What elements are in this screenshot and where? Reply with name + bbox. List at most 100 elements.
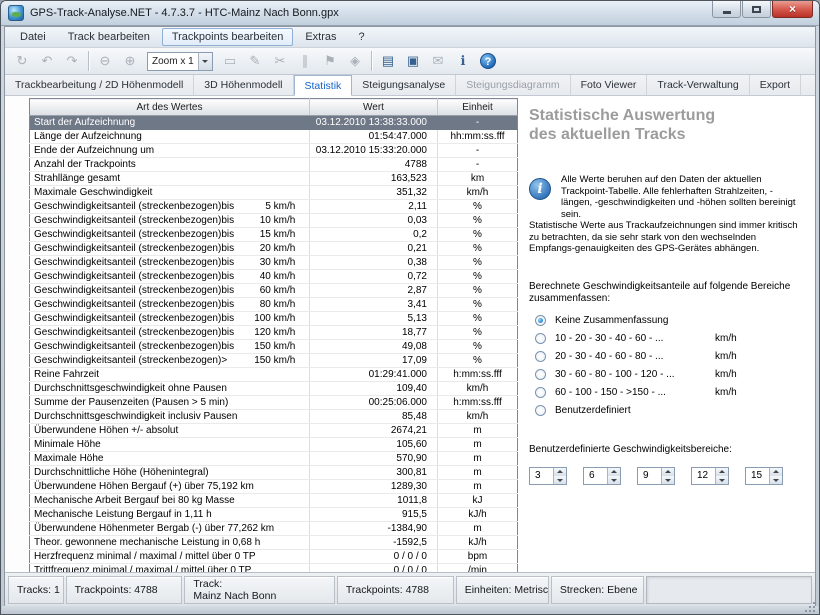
table-row[interactable]: Geschwindigkeitsanteil (streckenbezogen)… — [30, 312, 518, 326]
column-header-einheit[interactable]: Einheit — [438, 99, 518, 116]
table-row[interactable]: Mechanische Leistung Bergauf in 1,11 h91… — [30, 508, 518, 522]
tab-trackbearbeitung-2d-h-henmodell[interactable]: Trackbearbeitung / 2D Höhenmodell — [5, 75, 194, 95]
table-row[interactable]: Überwundene Höhenmeter Bergab (-) über 7… — [30, 522, 518, 536]
radio-option[interactable]: 30 - 60 - 80 - 100 - 120 - ...km/h — [535, 369, 803, 380]
waypoint-button[interactable]: ◈ — [343, 50, 367, 72]
table-row[interactable]: Strahllänge gesamt163,523km — [30, 172, 518, 186]
tab-export[interactable]: Export — [750, 75, 801, 95]
edit-trackpoint-button[interactable]: ✎ — [243, 50, 267, 72]
cell-wert: 17,09 — [310, 354, 438, 368]
radio-option[interactable]: Benutzerdefiniert — [535, 405, 803, 416]
resize-grip-icon[interactable] — [803, 600, 815, 612]
statistics-side-panel: Statistische Auswertung des aktuellen Tr… — [519, 96, 815, 572]
redo-button[interactable]: ↷ — [60, 50, 84, 72]
radio-option[interactable]: 60 - 100 - 150 - >150 - ...km/h — [535, 387, 803, 398]
table-row[interactable]: Minimale Höhe105,60m — [30, 438, 518, 452]
tab-statistik[interactable]: Statistik — [294, 75, 353, 96]
print-button[interactable]: ▤ — [376, 50, 400, 72]
help-button[interactable]: ? — [476, 50, 500, 72]
table-row[interactable]: Länge der Aufzeichnung01:54:47.000hh:mm:… — [30, 130, 518, 144]
zoom-combobox[interactable]: Zoom x 1 — [147, 52, 213, 71]
minimize-button[interactable] — [712, 1, 741, 18]
marker-flag-button[interactable]: ⚑ — [318, 50, 342, 72]
table-row[interactable]: Mechanische Arbeit Bergauf bei 80 kg Mas… — [30, 494, 518, 508]
table-row[interactable]: Theor. gewonnene mechanische Leistung in… — [30, 536, 518, 550]
table-row[interactable]: Geschwindigkeitsanteil (streckenbezogen)… — [30, 256, 518, 270]
split-track-button[interactable]: ∥ — [293, 50, 317, 72]
reload-track-button[interactable]: ↻ — [10, 50, 34, 72]
spinner-down-icon[interactable] — [662, 476, 674, 484]
speed-range-spinner[interactable]: 6 — [583, 467, 621, 485]
table-row[interactable]: Start der Aufzeichnung03.12.2010 13:38:3… — [30, 116, 518, 130]
radio-option[interactable]: 20 - 30 - 40 - 60 - 80 - ...km/h — [535, 351, 803, 362]
spinner-up-icon[interactable] — [662, 468, 674, 476]
save-image-button[interactable]: ▣ — [401, 50, 425, 72]
spinner-down-icon[interactable] — [770, 476, 782, 484]
marker-flag-icon: ⚑ — [324, 53, 336, 69]
spinner-up-icon[interactable] — [770, 468, 782, 476]
table-row[interactable]: Geschwindigkeitsanteil (streckenbezogen)… — [30, 270, 518, 284]
tab-3d-h-henmodell[interactable]: 3D Höhenmodell — [194, 75, 293, 95]
table-row[interactable]: Geschwindigkeitsanteil (streckenbezogen)… — [30, 340, 518, 354]
table-row[interactable]: Geschwindigkeitsanteil (streckenbezogen)… — [30, 214, 518, 228]
spinner-down-icon[interactable] — [716, 476, 728, 484]
tab-steigungsanalyse[interactable]: Steigungsanalyse — [352, 75, 456, 95]
menu-item[interactable]: Trackpoints bearbeiten — [162, 28, 294, 46]
table-row[interactable]: Überwundene Höhen Bergauf (+) über 75,19… — [30, 480, 518, 494]
table-row[interactable]: Reine Fahrzeit01:29:41.000h:mm:ss.fff — [30, 368, 518, 382]
cell-einheit: - — [438, 144, 518, 158]
table-row[interactable]: Geschwindigkeitsanteil (streckenbezogen)… — [30, 228, 518, 242]
table-row[interactable]: Durchschnittsgeschwindigkeit ohne Pausen… — [30, 382, 518, 396]
spinner-up-icon[interactable] — [608, 468, 620, 476]
table-row[interactable]: Geschwindigkeitsanteil (streckenbezogen)… — [30, 242, 518, 256]
close-button[interactable]: × — [772, 1, 813, 18]
cell-einheit: - — [438, 116, 518, 130]
table-row[interactable]: Geschwindigkeitsanteil (streckenbezogen)… — [30, 354, 518, 368]
email-button[interactable]: ✉ — [426, 50, 450, 72]
table-row[interactable]: Anzahl der Trackpoints4788- — [30, 158, 518, 172]
zoom-out-button[interactable]: ⊖ — [93, 50, 117, 72]
spinner-up-icon[interactable] — [554, 468, 566, 476]
table-row[interactable]: Summe der Pausenzeiten (Pausen > 5 min)0… — [30, 396, 518, 410]
spinner-up-icon[interactable] — [716, 468, 728, 476]
speed-range-spinner[interactable]: 15 — [745, 467, 783, 485]
radio-option[interactable]: Keine Zusammenfassung — [535, 315, 803, 326]
menu-item[interactable]: Datei — [10, 28, 56, 46]
tab-track-verwaltung[interactable]: Track-Verwaltung — [647, 75, 749, 95]
spinner-down-icon[interactable] — [554, 476, 566, 484]
table-row[interactable]: Geschwindigkeitsanteil (streckenbezogen)… — [30, 326, 518, 340]
menu-item[interactable]: ? — [349, 28, 375, 46]
select-area-button[interactable]: ▭ — [218, 50, 242, 72]
speed-share-text: Geschwindigkeitsanteil (streckenbezogen) — [34, 200, 221, 213]
table-row[interactable]: Ende der Aufzeichnung um03.12.2010 15:33… — [30, 144, 518, 158]
tab-steigungsdiagramm[interactable]: Steigungsdiagramm — [456, 75, 570, 95]
column-header-art[interactable]: Art des Wertes — [30, 99, 310, 116]
zoom-in-button[interactable]: ⊕ — [118, 50, 142, 72]
speed-share-text: Geschwindigkeitsanteil (streckenbezogen) — [34, 354, 221, 367]
table-row[interactable]: Durchschnittliche Höhe (Höhenintegral)30… — [30, 466, 518, 480]
table-row[interactable]: Herzfrequenz minimal / maximal / mittel … — [30, 550, 518, 564]
speed-range-spinner[interactable]: 12 — [691, 467, 729, 485]
statistics-table: Art des Wertes Wert Einheit Start der Au… — [29, 98, 518, 592]
menu-item[interactable]: Track bearbeiten — [58, 28, 160, 46]
table-row[interactable]: Maximale Höhe570,90m — [30, 452, 518, 466]
radio-option[interactable]: 10 - 20 - 30 - 40 - 60 - ...km/h — [535, 333, 803, 344]
table-row[interactable]: Überwundene Höhen +/- absolut2674,21m — [30, 424, 518, 438]
speed-range-spinner[interactable]: 3 — [529, 467, 567, 485]
table-row[interactable]: Geschwindigkeitsanteil (streckenbezogen)… — [30, 298, 518, 312]
tab-foto-viewer[interactable]: Foto Viewer — [571, 75, 648, 95]
spinner-down-icon[interactable] — [608, 476, 620, 484]
speed-share-operator: bis — [221, 326, 251, 339]
menu-item[interactable]: Extras — [295, 28, 346, 46]
title-bar[interactable]: GPS-Track-Analyse.NET - 4.7.3.7 - HTC-Ma… — [1, 1, 819, 26]
table-row[interactable]: Maximale Geschwindigkeit351,32km/h — [30, 186, 518, 200]
table-row[interactable]: Geschwindigkeitsanteil (streckenbezogen)… — [30, 200, 518, 214]
speed-range-spinner[interactable]: 9 — [637, 467, 675, 485]
column-header-wert[interactable]: Wert — [310, 99, 438, 116]
cut-track-button[interactable]: ✂ — [268, 50, 292, 72]
undo-button[interactable]: ↶ — [35, 50, 59, 72]
info-button[interactable]: ℹ — [451, 50, 475, 72]
table-row[interactable]: Durchschnittsgeschwindigkeit inclusiv Pa… — [30, 410, 518, 424]
maximize-button[interactable] — [742, 1, 771, 18]
table-row[interactable]: Geschwindigkeitsanteil (streckenbezogen)… — [30, 284, 518, 298]
